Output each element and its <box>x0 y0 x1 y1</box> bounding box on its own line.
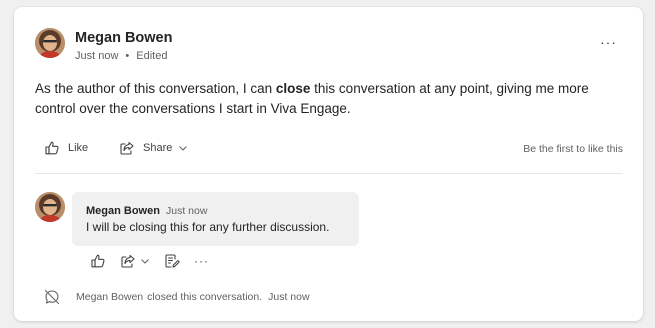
closed-text: closed this conversation. <box>147 291 263 303</box>
edit-note-icon <box>165 254 180 268</box>
share-label: Share <box>143 142 173 154</box>
post-meta: Just now • Edited <box>75 50 167 62</box>
first-like-link[interactable]: Be the first to like this <box>523 143 623 155</box>
like-button[interactable]: Like <box>44 140 88 156</box>
meta-separator: • <box>125 50 130 62</box>
post-body-text-start: As the author of this conversation, I ca… <box>35 81 276 96</box>
reply-edit-button[interactable] <box>164 253 180 269</box>
reply-more-button[interactable]: ··· <box>194 255 209 267</box>
edited-label: Edited <box>136 50 168 62</box>
closed-time: Just now <box>268 291 310 303</box>
closed-notice: Megan Bowen closed this conversation. Ju… <box>44 289 310 305</box>
like-label: Like <box>68 142 89 154</box>
post-time[interactable]: Just now <box>75 50 118 62</box>
author-avatar[interactable] <box>35 28 65 58</box>
share-icon <box>121 254 135 268</box>
closed-chat-icon <box>44 289 60 305</box>
reply-author[interactable]: Megan Bowen <box>86 205 160 217</box>
reply-like-button[interactable] <box>90 253 106 269</box>
share-icon <box>120 141 134 155</box>
divider <box>35 173 623 174</box>
reply-text: I will be closing this for any further d… <box>86 220 330 234</box>
reply-actions: ··· <box>90 253 223 269</box>
reply-bubble: Megan Bowen Just now I will be closing t… <box>72 192 359 246</box>
thumbs-up-icon <box>45 141 59 155</box>
share-button[interactable]: Share <box>119 140 188 156</box>
conversation-card: Megan Bowen Just now • Edited ··· As the a… <box>14 7 643 321</box>
post-body-bold: close <box>275 81 311 96</box>
reply-time[interactable]: Just now <box>166 205 207 217</box>
chevron-down-icon <box>141 259 149 264</box>
reply-share-button[interactable] <box>120 253 150 269</box>
reply-avatar[interactable] <box>35 192 65 222</box>
more-options-button[interactable]: ··· <box>600 35 617 49</box>
thumbs-up-icon <box>91 254 105 268</box>
closed-author[interactable]: Megan Bowen <box>76 291 143 303</box>
post-body: As the author of this conversation, I ca… <box>35 79 615 119</box>
chevron-down-icon <box>179 146 188 151</box>
author-name[interactable]: Megan Bowen <box>75 30 172 46</box>
